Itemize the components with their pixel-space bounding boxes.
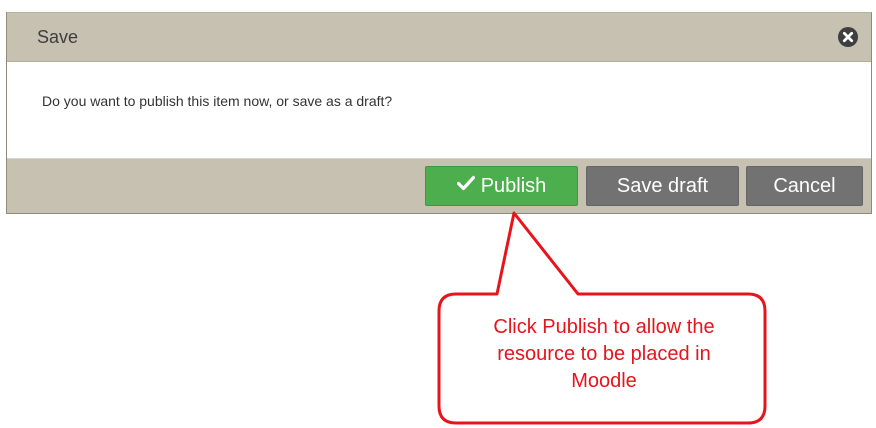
screen: Save Do you want to publish this item no… bbox=[0, 0, 876, 428]
callout-line: Click Publish to allow the bbox=[493, 316, 715, 338]
callout-line: resource to be placed in bbox=[497, 343, 711, 365]
callout-line: Moodle bbox=[571, 370, 637, 392]
callout-text: Click Publish to allow the resource to b… bbox=[444, 314, 764, 395]
